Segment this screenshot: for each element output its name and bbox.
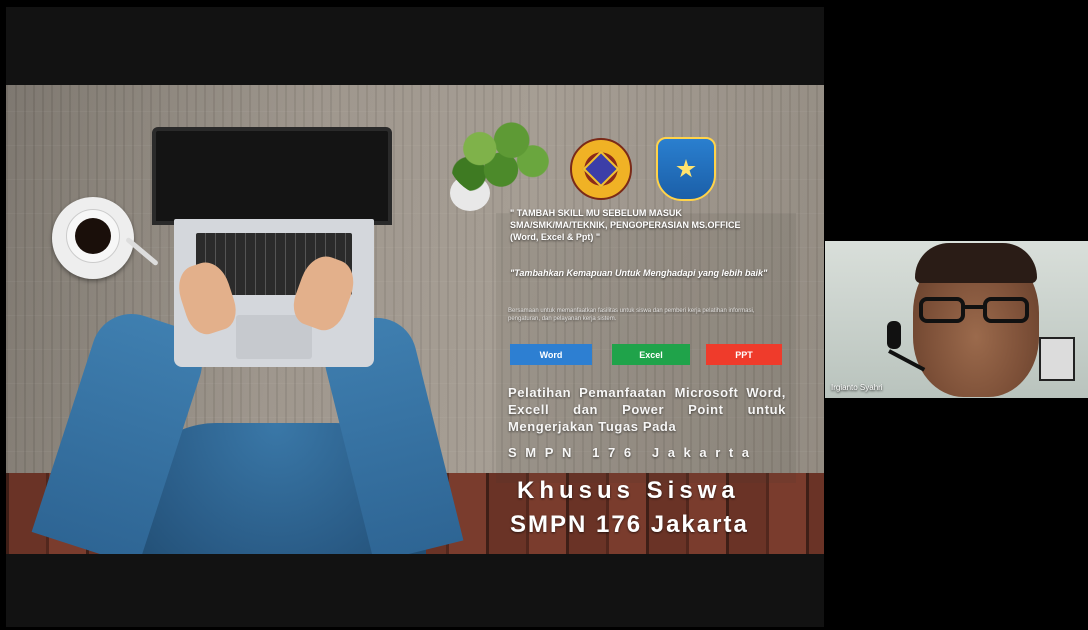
training-school: SMPN 176 Jakarta [508, 445, 758, 460]
participant-hair-image [915, 243, 1037, 283]
quote-text: "Tambahkan Kemapuan Untuk Menghadapi yan… [510, 268, 768, 278]
participant-video-tile[interactable]: Irgianto Syahri [825, 241, 1088, 398]
presentation-slide: " TAMBAH SKILL MU SEBELUM MASUK SMA/SMK/… [6, 85, 824, 554]
tagline-text: " TAMBAH SKILL MU SEBELUM MASUK SMA/SMK/… [510, 208, 741, 242]
glasses-image [919, 297, 1031, 325]
word-badge: Word [510, 344, 592, 365]
description-text: Bersamaan untuk memanfaatkan fasilitas u… [508, 308, 755, 322]
plant-image [442, 115, 554, 215]
coffee-cup-image [52, 197, 159, 279]
training-title: Pelatihan Pemanfaatan Microsoft Word, Ex… [508, 385, 786, 434]
headline-students: Khusus Siswa [517, 477, 740, 504]
wall-frame-image [1039, 337, 1075, 381]
headset-icon [887, 321, 901, 349]
institution-logo-icon [570, 138, 632, 200]
ppt-badge: PPT [706, 344, 782, 365]
laptop-screen-image [152, 127, 392, 225]
headline-school: SMPN 176 Jakarta [510, 511, 749, 538]
excel-badge: Excel [612, 344, 690, 365]
school-logo-icon [656, 137, 716, 201]
participant-name: Irgianto Syahri [831, 383, 883, 392]
